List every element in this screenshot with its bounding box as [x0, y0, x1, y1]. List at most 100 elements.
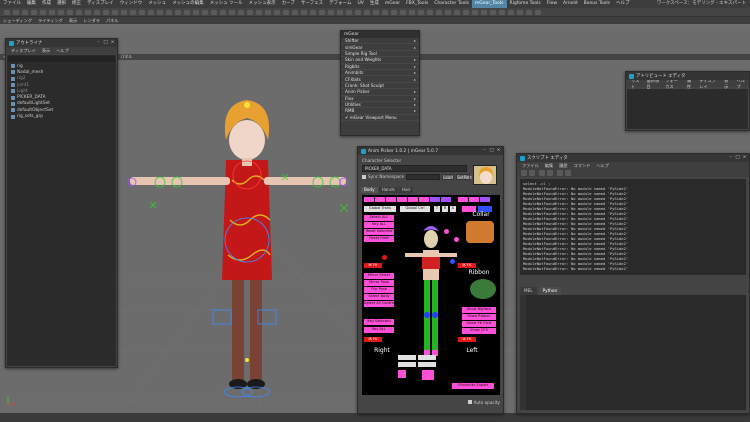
toolbar-icon[interactable]	[238, 10, 244, 15]
toolbar-icon[interactable]	[319, 10, 325, 15]
character-export-button[interactable]: Character Export	[452, 383, 494, 389]
picker-chip[interactable]	[398, 370, 406, 378]
toolbar-icon[interactable]	[184, 10, 190, 15]
tab-hair[interactable]: Hair	[398, 187, 414, 193]
toolbar-icon[interactable]	[49, 10, 55, 15]
script-editor-titlebar[interactable]: スクリプト エディタ – □ ×	[517, 154, 749, 162]
toolbar-icon[interactable]	[337, 10, 343, 15]
outliner-menu-show[interactable]: 表示	[39, 48, 53, 54]
picker-chip[interactable]	[422, 370, 434, 380]
toolbar-icon[interactable]	[112, 10, 118, 15]
picker-chip[interactable]	[364, 197, 374, 202]
menu-item[interactable]: カーブ	[279, 0, 298, 8]
tab-body[interactable]: Body	[361, 187, 378, 193]
close-icon[interactable]: ×	[110, 40, 115, 45]
script-editor-input[interactable]	[520, 295, 746, 410]
ik-fk-right-lower-button[interactable]: IK FK	[364, 337, 382, 342]
show-ribbon-button[interactable]: Show Ribbon	[462, 314, 496, 320]
translate-toggle[interactable]: T	[434, 206, 440, 212]
key-all-button[interactable]: Key ALL	[364, 222, 394, 228]
picker-chip[interactable]	[419, 197, 429, 202]
maximize-icon[interactable]: □	[489, 148, 494, 153]
script-editor-splitter[interactable]	[520, 275, 746, 287]
toolbar-icon[interactable]	[202, 10, 208, 15]
ribbon-control[interactable]	[470, 279, 496, 299]
outliner-menu-help[interactable]: ヘルプ	[53, 48, 72, 54]
toolbar-icon[interactable]	[247, 10, 253, 15]
script-editor-menu-item[interactable]: ヘルプ	[593, 163, 612, 169]
picker-chip[interactable]	[418, 355, 436, 360]
toolbar-icon[interactable]	[220, 10, 226, 15]
menu-item[interactable]: 選択	[54, 0, 69, 8]
menu-item[interactable]: mGear	[382, 0, 403, 8]
menu-item[interactable]: ウィンドウ	[117, 0, 146, 8]
close-icon[interactable]: ×	[742, 155, 747, 160]
toolbar-icon[interactable]	[490, 10, 496, 15]
toolbar-icon[interactable]	[148, 10, 154, 15]
menu-item[interactable]: Arnold	[560, 0, 581, 8]
workspace-selector[interactable]: ワークスペース：モデリング - エキスパート	[657, 0, 746, 8]
panel-menu-item[interactable]: レンダラ	[80, 17, 103, 24]
toolbar-icon[interactable]	[328, 10, 334, 15]
picker-chip[interactable]	[397, 197, 407, 202]
toolbar-icon[interactable]	[103, 10, 109, 15]
panel-menu-item[interactable]: ライティング	[35, 17, 66, 24]
select-body-button[interactable]: Select Body	[364, 294, 394, 300]
toolbar-icon[interactable]	[22, 10, 28, 15]
picker-chip[interactable]	[408, 197, 418, 202]
set-path-button[interactable]: SetPath	[456, 174, 472, 180]
menu-item[interactable]: ファイル	[0, 0, 24, 8]
script-editor-menu-item[interactable]: 履歴	[556, 163, 570, 169]
outliner-window[interactable]: アウトライナ – □ × ディスプレイ 表示 ヘルプ rig Nadal_mesh…	[5, 38, 118, 368]
outliner-search-input[interactable]	[8, 56, 115, 62]
minimize-icon[interactable]: –	[96, 40, 101, 45]
picker-dot[interactable]	[382, 255, 387, 260]
picker-dot[interactable]	[454, 237, 459, 242]
character-dropdown[interactable]: PICKER_DATA	[362, 165, 467, 172]
outliner-menu-display[interactable]: ディスプレイ	[8, 48, 39, 54]
clear-input-icon[interactable]	[547, 170, 553, 176]
save-script-icon[interactable]	[529, 170, 535, 176]
picker-chip[interactable]	[418, 362, 436, 367]
key-all-bottom-button[interactable]: Key ALL	[364, 327, 394, 333]
picker-chip[interactable]	[398, 362, 416, 367]
picker-chip[interactable]	[430, 197, 440, 202]
menu-item[interactable]: メッシュ ツール	[207, 0, 246, 8]
menu-item[interactable]: デフォーム	[326, 0, 354, 8]
collar-control[interactable]	[466, 221, 494, 243]
toolbar-icon[interactable]	[463, 10, 469, 15]
toolbar-icon[interactable]	[427, 10, 433, 15]
menu-item[interactable]: メッシュ表示	[246, 0, 279, 8]
menu-item[interactable]: Flow	[544, 0, 560, 8]
picker-chip[interactable]	[375, 197, 385, 202]
menu-item[interactable]: 生成	[367, 0, 382, 8]
toolbar-icon[interactable]	[67, 10, 73, 15]
toolbar-icon[interactable]	[211, 10, 217, 15]
global-trans-button[interactable]: Global Trans	[364, 206, 396, 212]
toolbar-icon[interactable]	[256, 10, 262, 15]
show-fk-button[interactable]: Show FK Ctrls	[462, 321, 496, 327]
toolbar-icon[interactable]	[472, 10, 478, 15]
character-model[interactable]	[127, 100, 349, 398]
menu-item[interactable]: Rigfome Tools	[507, 0, 544, 8]
picker-chip[interactable]	[398, 355, 416, 360]
toolbar-icon[interactable]	[535, 10, 541, 15]
outliner-titlebar[interactable]: アウトライナ – □ ×	[6, 39, 117, 47]
execute-all-icon[interactable]	[557, 170, 563, 176]
toolbar-icon[interactable]	[292, 10, 298, 15]
toolbar-icon[interactable]	[481, 10, 487, 15]
menu-item[interactable]: 作成	[39, 0, 54, 8]
toolbar-icon[interactable]	[40, 10, 46, 15]
mgear-menu-popup[interactable]: mGear Shifter ▸ simGear ▸ Simple Rig Tool Ski…	[340, 30, 420, 136]
tab-mel[interactable]: MEL	[520, 287, 537, 295]
menu-item[interactable]: サーフェス	[298, 0, 326, 8]
mirror-select-button[interactable]: Mirror Select	[364, 273, 394, 279]
minimize-icon[interactable]: –	[482, 148, 487, 153]
picker-dot[interactable]	[450, 259, 455, 264]
toolbar-icon[interactable]	[121, 10, 127, 15]
select-all-button[interactable]: Select ALL	[364, 215, 394, 221]
mgear-menu-item[interactable]: ✔ mGear Viewport Menu	[341, 115, 419, 122]
toolbar-icon[interactable]	[364, 10, 370, 15]
tab-hands[interactable]: Hands	[378, 187, 398, 193]
toolbar-icon[interactable]	[400, 10, 406, 15]
